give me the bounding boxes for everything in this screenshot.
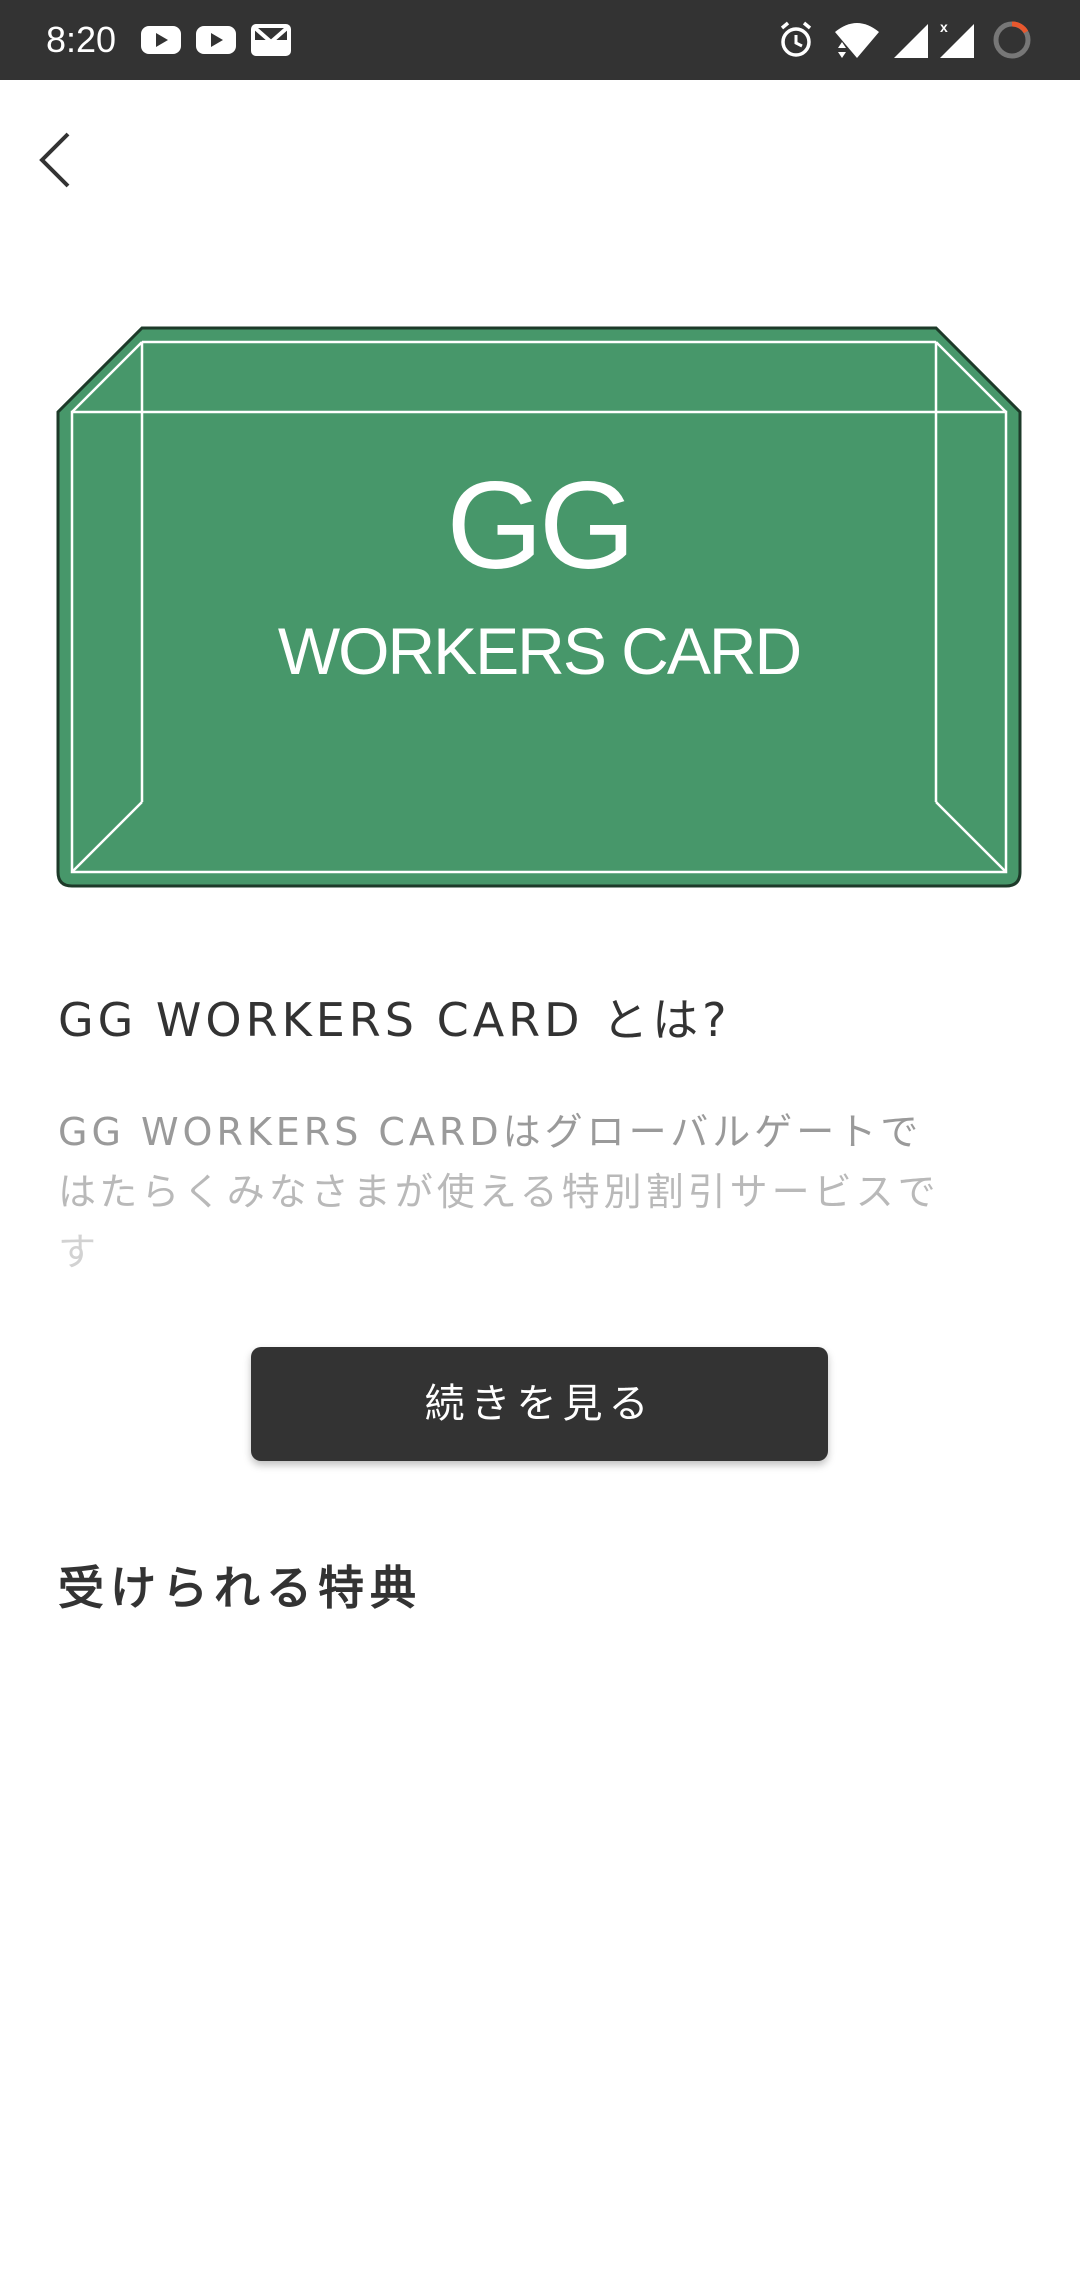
description-line: す (58, 1230, 101, 1274)
status-bar: 8:20 x (0, 0, 1080, 80)
signal-icon (894, 24, 928, 58)
youtube-icon (196, 26, 236, 54)
youtube-icon (141, 26, 181, 54)
signal-icon: x (940, 19, 974, 58)
alarm-icon (780, 21, 812, 57)
back-button[interactable] (24, 120, 96, 200)
about-description: GG WORKERS CARDはグローバルゲートで はたらくみなさまが使える特別… (58, 1102, 998, 1282)
description-line: GG WORKERS CARDはグローバルゲートで (58, 1110, 923, 1154)
card-title: GG (446, 457, 636, 595)
workers-card-illustration: GG WORKERS CARD (54, 324, 1024, 890)
wifi-icon (835, 23, 879, 58)
benefits-heading: 受けられる特典 (58, 1561, 422, 1615)
read-more-button[interactable]: 続きを見る (251, 1347, 828, 1461)
about-heading: GG WORKERS CARD とは? (58, 993, 731, 1047)
loading-icon (993, 21, 1031, 59)
card-shape (56, 326, 1022, 888)
svg-text:x: x (940, 19, 948, 35)
chevron-left-icon (39, 132, 70, 188)
description-line: はたらくみなさまが使える特別割引サービスで (58, 1170, 940, 1214)
gmail-icon (251, 24, 291, 56)
card-subtitle: WORKERS CARD (277, 614, 802, 688)
status-time: 8:20 (46, 19, 117, 60)
